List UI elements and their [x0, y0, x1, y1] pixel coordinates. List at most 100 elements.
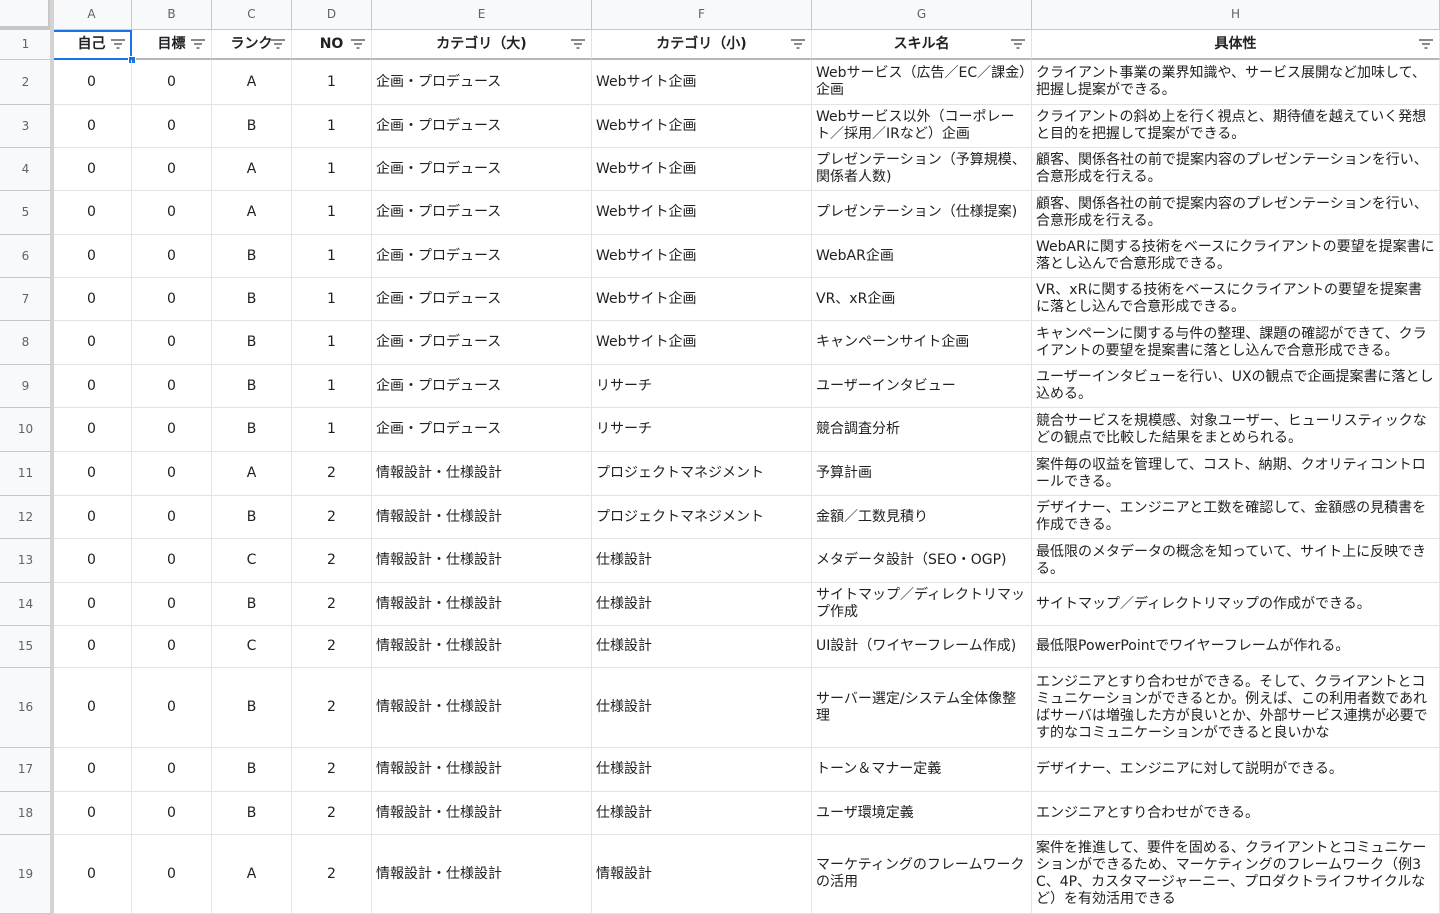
grid-cell-f[interactable]: Webサイト企画 [592, 278, 812, 321]
header-cell-g[interactable]: スキル名 [812, 30, 1032, 60]
grid-cell-e[interactable]: 企画・プロデュース [372, 148, 592, 191]
grid-cell-c[interactable]: C [212, 539, 292, 583]
header-cell-e[interactable]: カテゴリ（大) [372, 30, 592, 60]
row-header[interactable]: 4 [0, 148, 52, 191]
grid-cell-c[interactable]: B [212, 792, 292, 835]
grid-cell-c[interactable]: B [212, 748, 292, 792]
row-header[interactable]: 17 [0, 748, 52, 792]
row-header[interactable]: 6 [0, 235, 52, 278]
filter-icon[interactable] [191, 39, 205, 49]
grid-cell-c[interactable]: B [212, 105, 292, 148]
grid-cell-d[interactable]: 2 [292, 496, 372, 539]
header-cell-f[interactable]: カテゴリ（小) [592, 30, 812, 60]
grid-cell-b[interactable]: 0 [132, 191, 212, 235]
grid-cell-a[interactable]: 0 [52, 626, 132, 668]
grid-cell-e[interactable]: 情報設計・仕様設計 [372, 792, 592, 835]
grid-cell-d[interactable]: 1 [292, 408, 372, 452]
grid-cell-a[interactable]: 0 [52, 105, 132, 148]
grid-cell-g[interactable]: 金額／工数見積り [812, 496, 1032, 539]
grid-cell-c[interactable]: A [212, 191, 292, 235]
grid-cell-e[interactable]: 企画・プロデュース [372, 105, 592, 148]
grid-cell-b[interactable]: 0 [132, 583, 212, 626]
grid-cell-h[interactable]: 競合サービスを規模感、対象ユーザー、ヒューリスティックなどの観点で比較した結果を… [1032, 408, 1440, 452]
column-header-f[interactable]: F [592, 0, 812, 30]
grid-cell-h[interactable]: 最低限PowerPointでワイヤーフレームが作れる。 [1032, 626, 1440, 668]
column-header-e[interactable]: E [372, 0, 592, 30]
grid-cell-g[interactable]: Webサービス以外（コーポレート／採用／IRなど）企画 [812, 105, 1032, 148]
header-cell-h[interactable]: 具体性 [1032, 30, 1440, 60]
grid-cell-b[interactable]: 0 [132, 835, 212, 914]
filter-icon[interactable] [351, 39, 365, 49]
grid-cell-f[interactable]: 仕様設計 [592, 626, 812, 668]
row-header[interactable]: 11 [0, 452, 52, 496]
grid-cell-h[interactable]: WebARに関する技術をベースにクライアントの要望を提案書に落とし込んで合意形成… [1032, 235, 1440, 278]
grid-cell-e[interactable]: 企画・プロデュース [372, 278, 592, 321]
grid-cell-a[interactable]: 0 [52, 583, 132, 626]
grid-cell-e[interactable]: 企画・プロデュース [372, 235, 592, 278]
header-cell-c[interactable]: ランク [212, 30, 292, 60]
grid-cell-a[interactable]: 0 [52, 835, 132, 914]
grid-cell-c[interactable]: B [212, 321, 292, 365]
frozen-column-divider[interactable] [50, 0, 54, 914]
grid-cell-d[interactable]: 2 [292, 452, 372, 496]
grid-cell-c[interactable]: A [212, 835, 292, 914]
filter-icon[interactable] [1419, 39, 1433, 49]
grid-cell-b[interactable]: 0 [132, 496, 212, 539]
grid-cell-c[interactable]: C [212, 626, 292, 668]
filter-icon[interactable] [571, 39, 585, 49]
grid-cell-h[interactable]: 顧客、関係各社の前で提案内容のプレゼンテーションを行い、合意形成を行える。 [1032, 191, 1440, 235]
grid-cell-h[interactable]: ユーザーインタビューを行い、UXの観点で企画提案書に落とし込める。 [1032, 365, 1440, 408]
grid-cell-g[interactable]: プレゼンテーション（仕様提案) [812, 191, 1032, 235]
grid-cell-b[interactable]: 0 [132, 278, 212, 321]
grid-cell-f[interactable]: Webサイト企画 [592, 105, 812, 148]
grid-cell-d[interactable]: 1 [292, 105, 372, 148]
grid-cell-e[interactable]: 企画・プロデュース [372, 321, 592, 365]
grid-cell-a[interactable]: 0 [52, 539, 132, 583]
column-header-b[interactable]: B [132, 0, 212, 30]
row-header[interactable]: 8 [0, 321, 52, 365]
grid-cell-e[interactable]: 情報設計・仕様設計 [372, 496, 592, 539]
grid-cell-g[interactable]: WebAR企画 [812, 235, 1032, 278]
column-header-g[interactable]: G [812, 0, 1032, 30]
column-header-h[interactable]: H [1032, 0, 1440, 30]
row-header[interactable]: 18 [0, 792, 52, 835]
grid-cell-d[interactable]: 1 [292, 321, 372, 365]
grid-cell-h[interactable]: デザイナー、エンジニアと工数を確認して、金額感の見積書を作成できる。 [1032, 496, 1440, 539]
grid-cell-f[interactable]: Webサイト企画 [592, 148, 812, 191]
grid-cell-c[interactable]: B [212, 365, 292, 408]
header-cell-a[interactable]: 自己 [52, 30, 132, 60]
grid-cell-b[interactable]: 0 [132, 408, 212, 452]
grid-cell-a[interactable]: 0 [52, 792, 132, 835]
grid-cell-f[interactable]: 仕様設計 [592, 539, 812, 583]
grid-cell-b[interactable]: 0 [132, 792, 212, 835]
grid-cell-g[interactable]: 予算計画 [812, 452, 1032, 496]
column-header-d[interactable]: D [292, 0, 372, 30]
grid-cell-f[interactable]: 仕様設計 [592, 668, 812, 748]
grid-cell-d[interactable]: 1 [292, 235, 372, 278]
row-header[interactable]: 2 [0, 60, 52, 105]
grid-cell-f[interactable]: プロジェクトマネジメント [592, 496, 812, 539]
grid-cell-c[interactable]: A [212, 148, 292, 191]
grid-cell-f[interactable]: 情報設計 [592, 835, 812, 914]
grid-cell-a[interactable]: 0 [52, 321, 132, 365]
grid-cell-c[interactable]: B [212, 496, 292, 539]
grid-cell-d[interactable]: 1 [292, 365, 372, 408]
grid-cell-a[interactable]: 0 [52, 748, 132, 792]
grid-cell-c[interactable]: B [212, 235, 292, 278]
grid-cell-e[interactable]: 情報設計・仕様設計 [372, 835, 592, 914]
grid-cell-f[interactable]: プロジェクトマネジメント [592, 452, 812, 496]
grid-cell-e[interactable]: 企画・プロデュース [372, 191, 592, 235]
grid-cell-g[interactable]: 競合調査分析 [812, 408, 1032, 452]
grid-cell-e[interactable]: 情報設計・仕様設計 [372, 626, 592, 668]
grid-cell-f[interactable]: Webサイト企画 [592, 321, 812, 365]
filter-icon[interactable] [271, 39, 285, 49]
grid-cell-g[interactable]: UI設計（ワイヤーフレーム作成) [812, 626, 1032, 668]
grid-cell-c[interactable]: B [212, 408, 292, 452]
grid-cell-h[interactable]: 顧客、関係各社の前で提案内容のプレゼンテーションを行い、合意形成を行える。 [1032, 148, 1440, 191]
grid-cell-a[interactable]: 0 [52, 408, 132, 452]
grid-cell-h[interactable]: クライアント事業の業界知識や、サービス展開など加味して、把握し提案ができる。 [1032, 60, 1440, 105]
grid-cell-a[interactable]: 0 [52, 235, 132, 278]
grid-cell-h[interactable]: 案件を推進して、要件を固める、クライアントとコミュニケーションができるため、マー… [1032, 835, 1440, 914]
grid-cell-f[interactable]: Webサイト企画 [592, 235, 812, 278]
grid-cell-g[interactable]: Webサービス（広告／EC／課金）企画 [812, 60, 1032, 105]
